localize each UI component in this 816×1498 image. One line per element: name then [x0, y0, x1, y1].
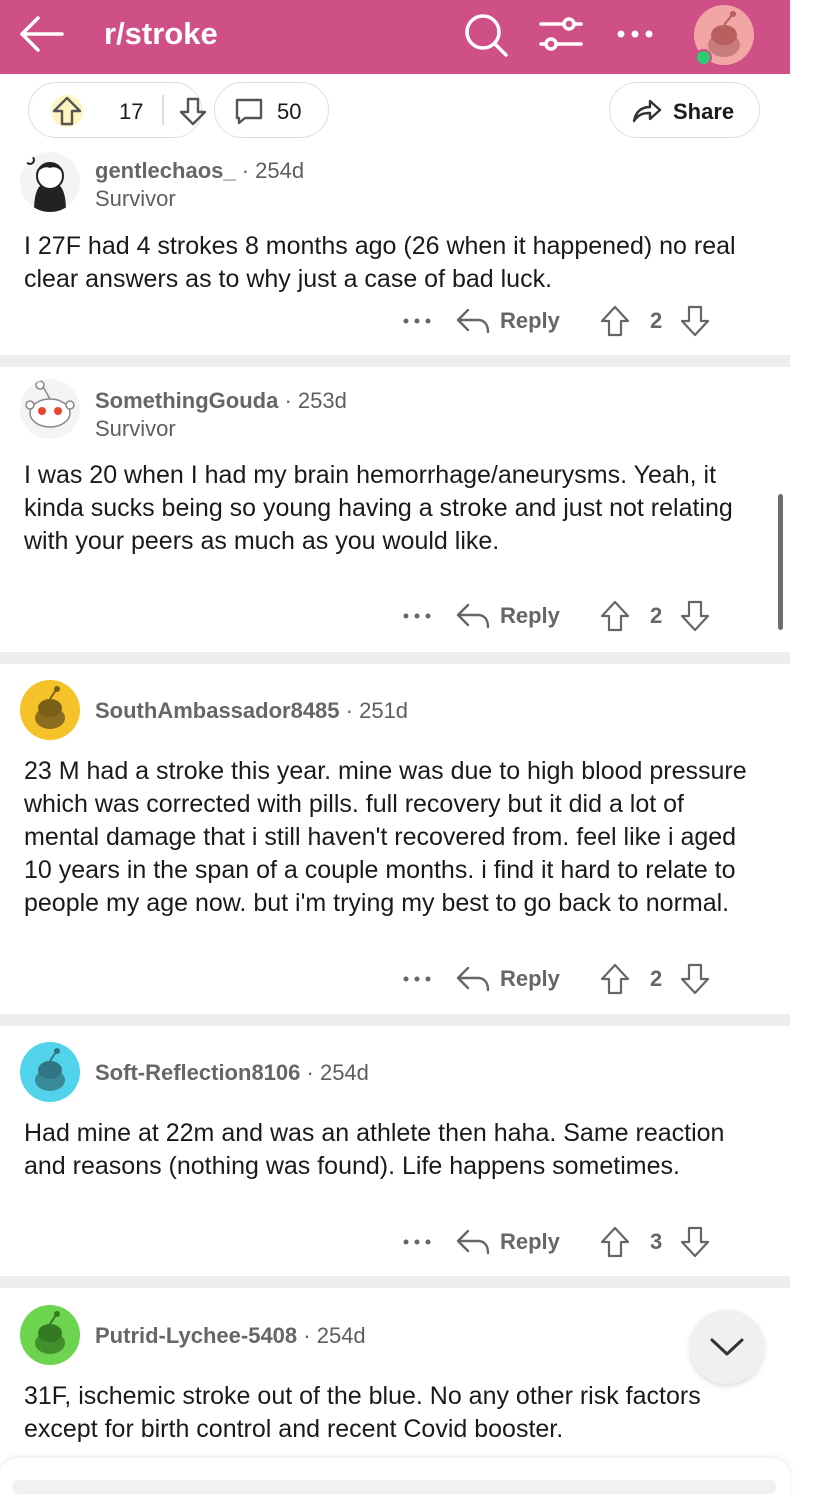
comments-button[interactable]: 50	[214, 82, 329, 138]
comment-username[interactable]: SomethingGouda	[95, 388, 278, 413]
comment-score: 2	[650, 603, 663, 628]
reply-arrow-icon[interactable]	[454, 1225, 492, 1259]
comment-body: 31F, ischemic stroke out of the blue. No…	[24, 1382, 701, 1443]
snoo-avatar-icon	[35, 1048, 65, 1091]
commenter-avatar[interactable]	[20, 1042, 80, 1102]
comment-meta: Putrid-Lychee-5408 · 254d	[95, 1323, 366, 1348]
reply-button[interactable]: Reply	[500, 1229, 560, 1255]
comment-body: I 27F had 4 strokes 8 months ago (26 whe…	[24, 232, 736, 293]
girl-avatar-icon	[25, 155, 66, 212]
more-options-icon[interactable]	[400, 1229, 434, 1255]
comment-bubble-icon	[235, 98, 263, 125]
snoo-avatar-icon	[35, 1311, 65, 1354]
share-button[interactable]: Share	[609, 82, 760, 138]
comment-divider	[0, 355, 790, 367]
more-options-icon[interactable]	[400, 308, 434, 334]
comment-age: 251d	[359, 698, 409, 723]
comment: Soft-Reflection8106 · 254d Had mine at 2…	[0, 1040, 790, 1270]
comment-meta: Soft-Reflection8106 · 254d	[95, 1060, 369, 1085]
upvote-icon[interactable]	[49, 93, 85, 129]
scrollbar[interactable]	[778, 494, 783, 630]
more-options-icon[interactable]	[615, 22, 655, 46]
comment-body: I was 20 when I had my brain hemorrhage/…	[24, 461, 733, 555]
comment: SouthAmbassador8485 · 251d 23 M had a st…	[0, 678, 790, 1008]
comment-action-row: Reply 3	[400, 1225, 760, 1259]
commenter-avatar[interactable]	[20, 379, 80, 439]
user-flair: Survivor	[95, 416, 176, 441]
search-icon[interactable]	[463, 12, 509, 58]
reply-arrow-icon[interactable]	[454, 304, 492, 338]
comment-count: 50	[277, 99, 302, 124]
more-options-icon[interactable]	[400, 603, 434, 629]
post-action-bar: 17 50 Share	[0, 82, 790, 142]
comment: gentlechaos_ · 254d Survivor I 27F had 4…	[0, 148, 790, 353]
reply-arrow-icon[interactable]	[454, 599, 492, 633]
comment-action-row: Reply 2	[400, 599, 760, 633]
comment-action-row: Reply 2	[400, 304, 760, 338]
comment-divider	[0, 1276, 790, 1288]
comment-divider	[0, 1014, 790, 1026]
comment-username[interactable]: gentlechaos_	[95, 158, 236, 183]
comment: SomethingGouda · 253d Survivor I was 20 …	[0, 375, 790, 650]
top-bar: r/stroke	[0, 0, 790, 74]
commenter-avatar[interactable]	[20, 1305, 80, 1365]
comment-body: 23 M had a stroke this year. mine was du…	[24, 757, 747, 917]
upvote-count: 17	[119, 99, 144, 124]
comment-score: 2	[650, 966, 663, 991]
online-status-dot	[695, 49, 712, 66]
comment-action-row: Reply 2	[400, 962, 760, 996]
comment: Putrid-Lychee-5408 · 254d 31F, ischemic …	[0, 1302, 790, 1462]
comment-body: Had mine at 22m and was an athlete then …	[24, 1119, 725, 1180]
comment-age: 254d	[319, 1060, 369, 1085]
share-label: Share	[673, 99, 735, 124]
comment-username[interactable]: Putrid-Lychee-5408	[95, 1323, 297, 1348]
bottom-comment-bar	[0, 1458, 790, 1498]
comment-age: 254d	[255, 158, 305, 183]
comment-score: 3	[650, 1229, 663, 1254]
reply-button[interactable]: Reply	[500, 308, 560, 334]
more-options-icon[interactable]	[400, 966, 434, 992]
reply-button[interactable]: Reply	[500, 603, 560, 629]
upvote-icon[interactable]	[600, 962, 630, 996]
filter-sliders-icon[interactable]	[537, 14, 585, 54]
next-comment-button[interactable]	[690, 1310, 764, 1384]
vote-pill: 17	[28, 82, 207, 138]
vote-divider	[162, 95, 164, 125]
downvote-icon[interactable]	[680, 304, 710, 338]
commenter-avatar[interactable]	[20, 152, 80, 212]
share-arrow-icon	[632, 99, 662, 123]
user-flair: Survivor	[95, 186, 176, 211]
upvote-icon[interactable]	[600, 304, 630, 338]
downvote-icon[interactable]	[680, 1225, 710, 1259]
comment-age: 253d	[297, 388, 347, 413]
downvote-icon[interactable]	[680, 962, 710, 996]
comment-meta: SouthAmbassador8485 · 251d	[95, 698, 409, 723]
comment-username[interactable]: Soft-Reflection8106	[95, 1060, 300, 1085]
downvote-icon[interactable]	[680, 599, 710, 633]
comment-age: 254d	[316, 1323, 366, 1348]
comment-divider	[0, 652, 790, 664]
comment-username[interactable]: SouthAmbassador8485	[95, 698, 340, 723]
comment-meta: gentlechaos_ · 254d	[95, 158, 305, 183]
commenter-avatar[interactable]	[20, 680, 80, 740]
upvote-icon[interactable]	[600, 599, 630, 633]
snoo-avatar-icon	[35, 686, 65, 729]
reply-button[interactable]: Reply	[500, 966, 560, 992]
upvote-icon[interactable]	[600, 1225, 630, 1259]
downvote-icon[interactable]	[177, 95, 209, 127]
comment-input-bar[interactable]	[12, 1480, 776, 1494]
chevron-down-icon	[710, 1338, 744, 1356]
comment-score: 2	[650, 308, 663, 333]
back-arrow-icon[interactable]	[18, 14, 64, 54]
snoo-avatar-icon	[25, 380, 75, 428]
subreddit-title[interactable]: r/stroke	[104, 16, 218, 52]
reply-arrow-icon[interactable]	[454, 962, 492, 996]
comment-meta: SomethingGouda · 253d	[95, 388, 347, 413]
